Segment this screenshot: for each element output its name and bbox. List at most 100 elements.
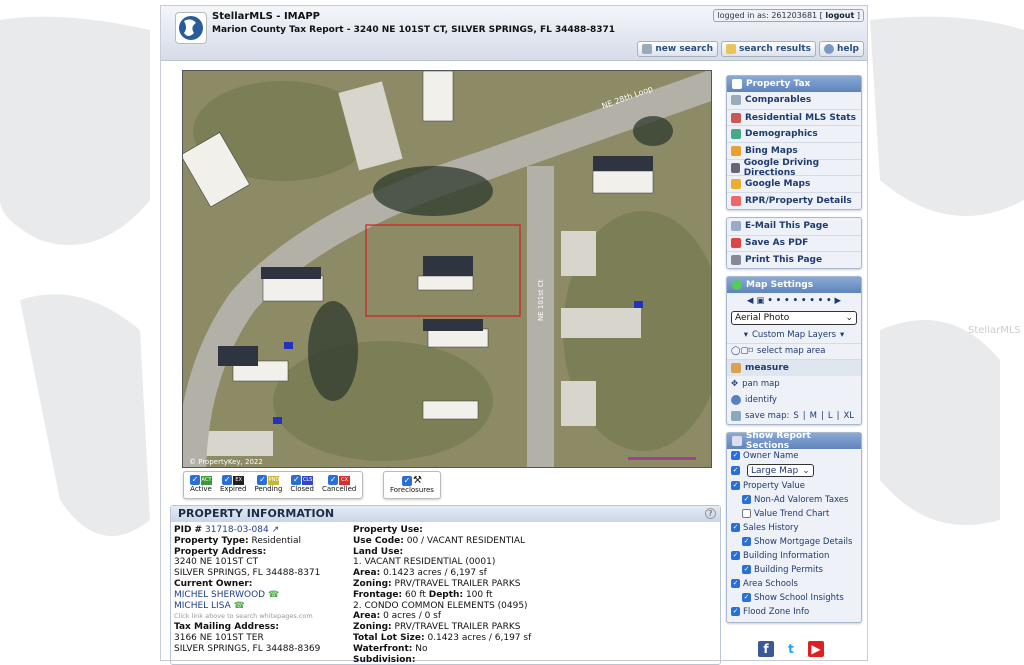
checkbox[interactable] [742,509,751,519]
section-property-value[interactable]: ✓ Property Value [727,479,861,493]
legend-expired[interactable]: ✓ EX Expired [220,475,246,495]
map-size-select[interactable]: Large Map ⌄ [747,464,814,478]
save-map-m[interactable]: M [810,411,817,421]
section-non-ad-valorem-taxes[interactable]: ✓ Non-Ad Valorem Taxes [727,493,861,507]
pid-link[interactable]: 31718-03-084 [205,525,269,535]
app-window: StellarMLS - IMAPP Marion County Tax Rep… [160,5,868,665]
foreclosures-toggle[interactable]: ✓ ⚒ Foreclosures [390,475,434,495]
section-building-information[interactable]: ✓ Building Information [727,549,861,563]
rpr-icon [731,195,741,206]
ruler-icon [731,362,741,373]
checkbox[interactable]: ✓ [731,607,740,617]
menu-demographics[interactable]: Demographics [727,125,861,142]
owner-link[interactable]: MICHEL LISA [174,601,231,611]
help-button[interactable]: help [818,41,864,57]
map-copyright: © PropertyKey, 2022 [189,458,263,466]
external-link-icon[interactable]: ↗ [272,525,280,535]
save-map-l[interactable]: L [828,411,833,421]
menu-comparables[interactable]: Comparables [727,92,861,109]
menu-rpr-property-details[interactable]: RPR/Property Details [727,192,861,209]
action-save-as-pdf[interactable]: Save As PDF [727,234,861,252]
checkbox[interactable]: ✓ [190,475,200,485]
legend-pending[interactable]: ✓ PND Pending [254,475,282,495]
twitter-icon[interactable]: t [783,641,799,657]
section-value-trend-chart[interactable]: Value Trend Chart [727,507,861,521]
section-show-mortgage-details[interactable]: ✓ Show Mortgage Details [727,535,861,549]
owner-link[interactable]: MICHEL SHERWOOD [174,590,265,600]
stellar-globe-logo [175,12,207,44]
new-search-button[interactable]: new search [637,41,719,57]
section-large-map[interactable]: ✓ Large Map ⌄ [727,463,861,479]
section-building-permits[interactable]: ✓ Building Permits [727,563,861,577]
legend-cancelled[interactable]: ✓ CX Cancelled [322,475,356,495]
checkbox[interactable]: ✓ [731,481,740,491]
measure-tool[interactable]: measure [727,358,861,376]
pie-chart-icon [731,129,741,140]
checkbox[interactable]: ✓ [731,466,740,476]
aerial-map[interactable]: NE 28th Loop NE 101st Ct © PropertyKey, … [182,70,712,468]
action-e-mail-this-page[interactable]: E-Mail This Page [727,218,861,235]
save-map-xl[interactable]: XL [843,411,854,421]
checkbox[interactable]: ✓ [328,475,339,485]
menu-bing-maps[interactable]: Bing Maps [727,142,861,159]
section-show-school-insights[interactable]: ✓ Show School Insights [727,591,861,605]
report-sections-panel: Show Report Sections ✓ Owner Name ✓ Large M… [726,431,862,623]
menu-residential-mls-stats[interactable]: Residential MLS Stats [727,108,861,126]
action-print-this-page[interactable]: Print This Page [727,251,861,268]
identify-tool[interactable]: identify [727,392,861,408]
section-owner-name[interactable]: ✓ Owner Name [727,449,861,463]
checkbox[interactable]: ✓ [291,475,302,485]
zoom-slider[interactable]: ◀ ▣ • • • • • • • • ▶ [727,293,861,309]
help-icon [823,44,834,54]
map-type-select[interactable]: Aerial Photo ⌄ [731,310,857,325]
pan-map-tool[interactable]: ✥ pan map [727,376,861,392]
legend-active[interactable]: ✓ ACT Active [190,475,212,495]
magnifier-icon [642,44,653,54]
checkbox[interactable]: ✓ [222,475,233,485]
map-settings-panel: Map Settings ◀ ▣ • • • • • • • • ▶ Aeria… [726,275,862,425]
flag-icon: PND [268,476,280,485]
flag-icon: EX [233,476,245,485]
legend-closed[interactable]: ✓ CLS Closed [290,475,314,495]
listing-status-legend: ✓ ACT Active ✓ EX Expired ✓ PND Pending ✓ CLS Close… [183,471,364,499]
report-title: Marion County Tax Report - 3240 NE 101ST… [212,25,616,35]
flag-icon: ACT [201,476,212,485]
circle-rect-polygon-select-icons: ◯▢⌑ [731,346,753,357]
property-info-left: PID # 31718-03-084 ↗ Property Type: Resi… [174,525,321,654]
checkbox[interactable]: ✓ [742,593,751,603]
help-icon[interactable]: ? [705,508,716,519]
menu-google-maps[interactable]: Google Maps [727,175,861,192]
youtube-icon[interactable]: ▶ [808,641,824,657]
checkbox[interactable]: ✓ [731,551,740,561]
menu-property-tax[interactable]: Property Tax [727,76,861,92]
whitepages-icon: ☎ [267,589,280,600]
page-actions-menu: E-Mail This Page Save As PDF Print This Pa… [726,216,862,269]
checkbox[interactable]: ✓ [742,565,751,575]
tax-icon [732,79,742,89]
checkbox[interactable]: ✓ [731,523,740,533]
folder-icon [726,44,737,54]
flag-icon: CX [339,476,351,485]
checkbox[interactable]: ✓ [731,451,740,461]
menu-google-driving-directions[interactable]: Google Driving Directions [727,158,861,178]
app-title: StellarMLS - IMAPP [212,11,321,22]
save-map-s[interactable]: S [793,411,798,421]
checkbox[interactable]: ✓ [742,537,751,547]
bing-icon [731,145,741,156]
search-results-button[interactable]: search results [721,41,816,57]
checkbox[interactable]: ✓ [731,579,740,589]
section-flood-zone-info[interactable]: ✓ Flood Zone Info [727,605,861,619]
checkbox[interactable]: ✓ [257,475,268,485]
section-area-schools[interactable]: ✓ Area Schools [727,577,861,591]
select-map-area-tool[interactable]: ◯▢⌑ select map area [727,342,861,359]
watermark: StellarMLS [968,325,1021,336]
checkbox[interactable]: ✓ [401,476,412,486]
custom-map-layers-toggle[interactable]: ▾ Custom Map Layers ▾ [727,327,861,343]
checkbox[interactable]: ✓ [742,495,751,505]
car-icon [731,162,740,173]
section-sales-history[interactable]: ✓ Sales History [727,521,861,535]
bar-chart-icon [731,112,741,123]
facebook-icon[interactable]: f [758,641,774,657]
logout-link[interactable]: logout [825,11,854,20]
reports-menu: Property Tax Comparables Residential MLS S… [726,75,862,210]
